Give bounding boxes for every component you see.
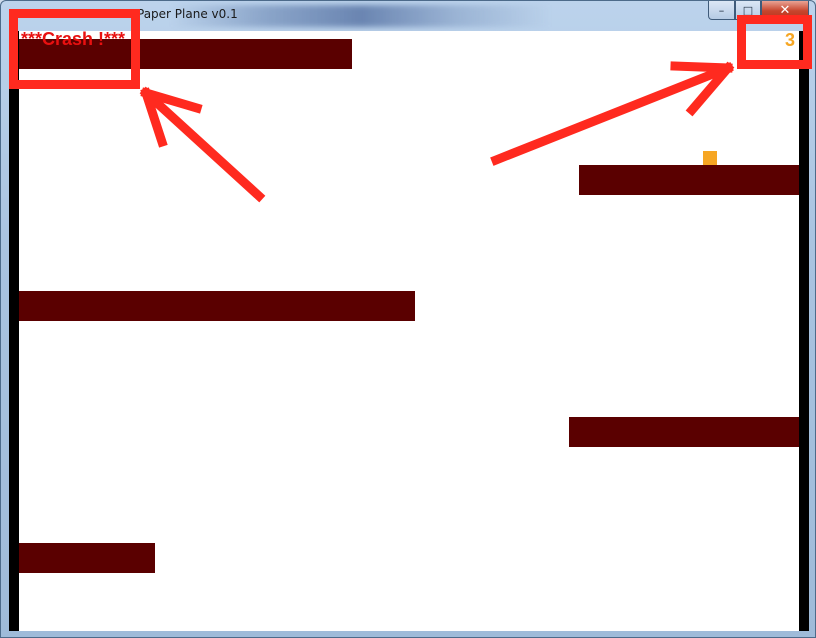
annotation-arrows [139, 61, 735, 203]
arrow-to-score-head-a [670, 61, 733, 73]
